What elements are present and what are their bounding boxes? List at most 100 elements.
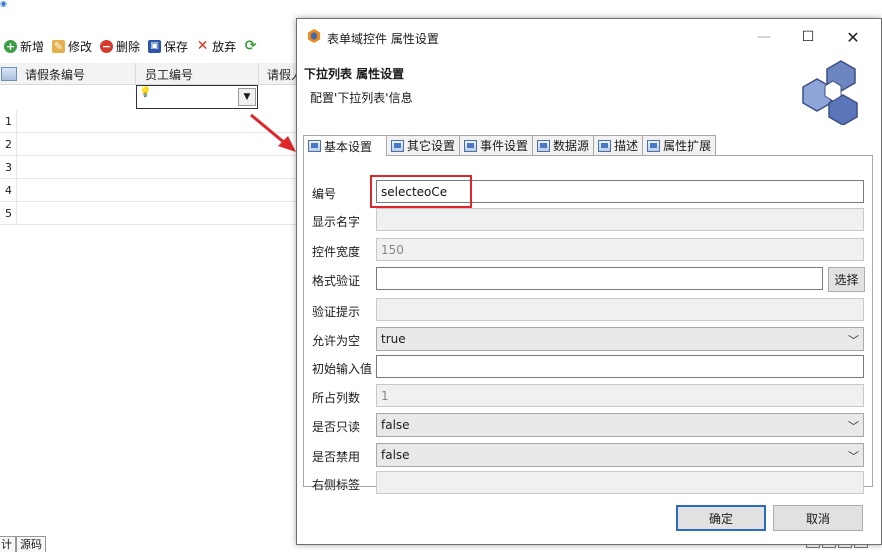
columns-label: 所占列数 <box>312 391 361 405</box>
toolbar: + 新增 ✎ 修改 − 删除 ▣ 保存 ✕ 放弃 ⟳ <box>0 33 300 59</box>
tab-window-icon <box>308 140 321 152</box>
row-number: 1 <box>5 115 12 128</box>
edit-button[interactable]: ✎ 修改 <box>52 38 92 55</box>
tab-design[interactable]: 计 <box>0 536 16 552</box>
add-button[interactable]: + 新增 <box>4 38 44 55</box>
chevron-down-icon: ﹀ <box>848 334 859 347</box>
column-divider[interactable] <box>258 63 259 84</box>
row-number: 3 <box>5 161 12 174</box>
table-row[interactable]: 5 <box>0 202 300 225</box>
disabled-value: false <box>381 448 410 462</box>
field-row-right-label: 右侧标签 <box>304 471 872 495</box>
nullable-label: 允许为空 <box>312 334 361 348</box>
readonly-value: false <box>381 418 410 432</box>
column-divider[interactable] <box>135 63 136 84</box>
header-title: 下拉列表 属性设置 <box>304 67 405 81</box>
table-row[interactable]: 3 <box>0 156 300 179</box>
product-logo <box>802 60 858 125</box>
edit-label: 修改 <box>68 39 93 54</box>
save-button[interactable]: ▣ 保存 <box>148 38 188 55</box>
display-name-label: 显示名字 <box>312 215 361 229</box>
grid-icon <box>1 66 17 81</box>
initial-label: 初始输入值 <box>312 362 373 376</box>
hint-label: 验证提示 <box>312 305 361 319</box>
right-label-input <box>376 471 864 494</box>
grid-header: 请假条编号 员工编号 请假人 <box>0 63 300 85</box>
field-row-disabled: 是否禁用 false ﹀ <box>304 443 872 467</box>
field-row-format: 格式验证 选择 <box>304 267 872 292</box>
highlight-box <box>370 175 472 208</box>
nullable-value: true <box>381 332 406 346</box>
chevron-down-icon: ﹀ <box>848 450 859 463</box>
ok-button[interactable]: 确定 <box>676 505 766 531</box>
filter-dropdown[interactable]: 💡 ▼ <box>136 85 258 109</box>
chevron-down-icon: ﹀ <box>848 420 859 433</box>
nullable-select[interactable]: true ﹀ <box>376 327 864 351</box>
field-row-columns: 所占列数 <box>304 384 872 408</box>
right-label-label: 右侧标签 <box>312 478 361 492</box>
column-header-leave-id[interactable]: 请假条编号 <box>25 66 85 83</box>
readonly-select[interactable]: false ﹀ <box>376 413 864 437</box>
refresh-button[interactable]: ⟳ <box>244 37 257 54</box>
tab-panel: 基本设置 其它设置 事件设置 数据源 描述 属性扩展 编号 selecteoCe… <box>303 135 873 494</box>
tab-window-icon <box>598 139 612 152</box>
tab-datasource[interactable]: 数据源 <box>532 135 595 155</box>
width-label: 控件宽度 <box>312 245 361 259</box>
bottom-tab-bar: 计 源码 <box>0 536 46 552</box>
row-number: 4 <box>5 184 12 197</box>
disabled-label: 是否禁用 <box>312 450 361 464</box>
readonly-label: 是否只读 <box>312 420 361 434</box>
dialog-titlebar[interactable]: 表单域控件 属性设置 — ☐ ✕ <box>297 19 881 55</box>
tab-window-icon <box>647 139 661 152</box>
info-icon: ◉ <box>0 0 7 8</box>
row-number: 2 <box>5 138 12 151</box>
field-row-width: 控件宽度 <box>304 238 872 262</box>
cancel-button[interactable]: 取消 <box>773 505 863 531</box>
discard-button[interactable]: ✕ 放弃 <box>196 38 236 55</box>
annotation-arrow <box>250 113 296 152</box>
minimize-button[interactable]: — <box>749 25 779 49</box>
field-row-nullable: 允许为空 true ﹀ <box>304 327 872 351</box>
id-label: 编号 <box>312 187 337 201</box>
app-icon <box>308 29 320 43</box>
delete-button[interactable]: − 删除 <box>100 38 140 55</box>
close-button[interactable]: ✕ <box>838 25 868 49</box>
save-label: 保存 <box>164 39 189 54</box>
discard-label: 放弃 <box>212 39 237 54</box>
row-number: 5 <box>5 207 12 220</box>
header-subtitle: 配置'下拉列表'信息 <box>310 91 413 105</box>
add-label: 新增 <box>20 39 45 54</box>
select-button[interactable]: 选择 <box>828 267 865 292</box>
tab-basic[interactable]: 基本设置 <box>303 135 388 156</box>
field-row-initial: 初始输入值 <box>304 355 872 379</box>
width-input <box>376 238 864 261</box>
table-row[interactable]: 4 <box>0 179 300 202</box>
tab-extension-label: 属性扩展 <box>663 139 712 153</box>
tab-other-label: 其它设置 <box>407 139 456 153</box>
columns-input <box>376 384 864 407</box>
dialog-title: 表单域控件 属性设置 <box>327 32 439 46</box>
format-input[interactable] <box>376 267 823 290</box>
format-label: 格式验证 <box>312 274 361 288</box>
initial-input[interactable] <box>376 355 864 378</box>
tab-basic-label: 基本设置 <box>324 139 373 154</box>
field-row-hint: 验证提示 <box>304 298 872 322</box>
tab-extension[interactable]: 属性扩展 <box>642 135 717 155</box>
tab-window-icon <box>464 139 478 152</box>
tab-events[interactable]: 事件设置 <box>459 135 534 155</box>
delete-label: 删除 <box>116 39 141 54</box>
tab-description-label: 描述 <box>614 139 639 153</box>
refresh-icon: ⟳ <box>244 37 257 54</box>
tab-source[interactable]: 源码 <box>16 536 46 552</box>
maximize-button[interactable]: ☐ <box>793 25 823 49</box>
edit-icon: ✎ <box>52 39 66 53</box>
tab-events-label: 事件设置 <box>480 139 529 153</box>
add-icon: + <box>4 39 17 53</box>
tab-description[interactable]: 描述 <box>593 135 644 155</box>
tab-other[interactable]: 其它设置 <box>386 135 461 155</box>
column-header-employee-id[interactable]: 员工编号 <box>145 66 193 83</box>
disabled-select[interactable]: false ﹀ <box>376 443 864 467</box>
delete-icon: − <box>100 39 114 53</box>
discard-icon: ✕ <box>196 37 209 54</box>
chevron-down-icon[interactable]: ▼ <box>238 88 256 106</box>
